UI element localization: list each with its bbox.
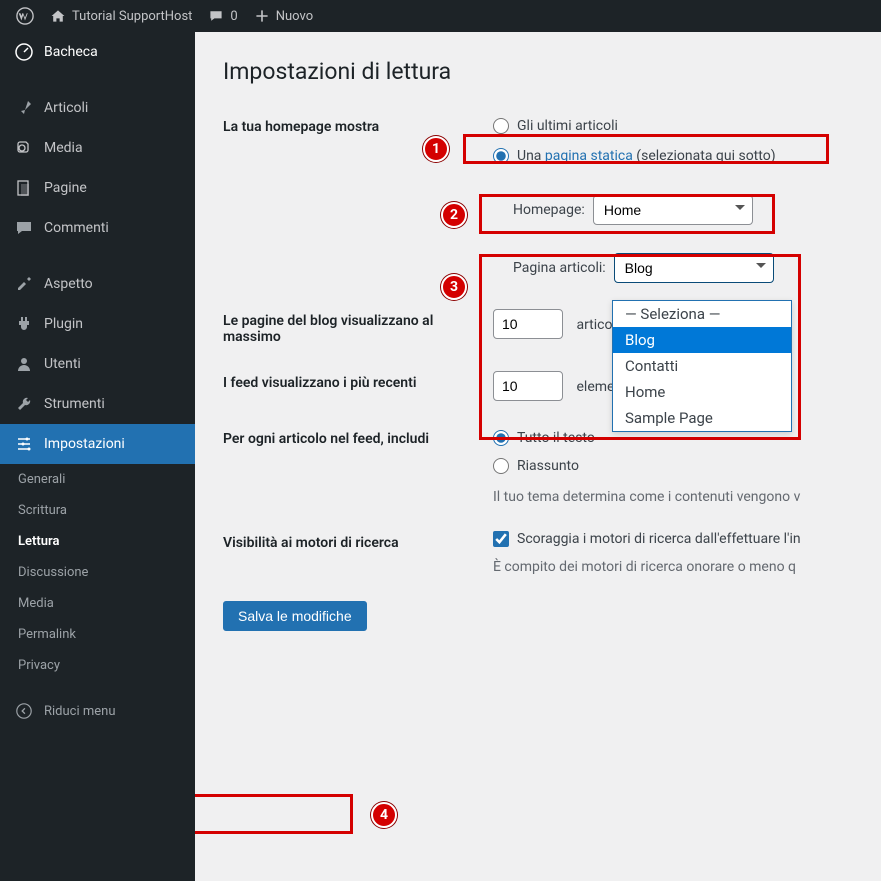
- sidebar-item-label: Media: [44, 140, 83, 156]
- radio-summary-input[interactable]: [493, 458, 509, 474]
- blog-pages-label: Le pagine del blog visualizzano al massi…: [223, 309, 493, 345]
- seo-visibility-label: Visibilità ai motori di ricerca: [223, 531, 493, 551]
- sidebar-item-users[interactable]: Utenti: [0, 344, 195, 384]
- seo-desc: È compito dei motori di ricerca onorare …: [493, 559, 853, 575]
- submenu-item-media[interactable]: Media: [0, 588, 195, 619]
- comment-icon: [14, 218, 34, 238]
- annotation-badge-4: 4: [371, 802, 397, 828]
- sidebar-item-label: Pagine: [44, 180, 87, 196]
- wp-logo[interactable]: [8, 0, 42, 32]
- annotation-box-4: [195, 794, 353, 834]
- sidebar-item-label: Aspetto: [44, 276, 93, 292]
- submenu-item-permalink[interactable]: Permalink: [0, 619, 195, 650]
- radio-latest-posts[interactable]: Gli ultimi articoli: [493, 115, 853, 137]
- home-icon: [50, 8, 66, 24]
- sidebar-item-tools[interactable]: Strumenti: [0, 384, 195, 424]
- dropdown-option[interactable]: Contatti: [613, 353, 791, 379]
- comments-link[interactable]: 0: [200, 0, 245, 32]
- homepage-displays-label: La tua homepage mostra: [223, 115, 493, 135]
- comment-icon: [208, 8, 224, 24]
- static-page-link[interactable]: pagina statica: [545, 148, 633, 164]
- pages-icon: [14, 178, 34, 198]
- submenu-item-general[interactable]: Generali: [0, 464, 195, 495]
- radio-summary-label: Riassunto: [517, 458, 579, 474]
- user-icon: [14, 354, 34, 374]
- sidebar-item-posts[interactable]: Articoli: [0, 88, 195, 128]
- settings-submenu: Generali Scrittura Lettura Discussione M…: [0, 464, 195, 681]
- page-title: Impostazioni di lettura: [223, 58, 853, 85]
- feed-content-label: Per ogni articolo nel feed, includi: [223, 427, 493, 447]
- pin-icon: [14, 98, 34, 118]
- dropdown-option[interactable]: Blog: [613, 327, 791, 353]
- radio-latest-posts-input[interactable]: [493, 118, 509, 134]
- dropdown-option[interactable]: Home: [613, 379, 791, 405]
- brush-icon: [14, 274, 34, 294]
- sidebar-item-label: Plugin: [44, 316, 83, 332]
- sidebar-item-label: Utenti: [44, 356, 81, 372]
- blog-pages-input[interactable]: [493, 309, 563, 339]
- comments-count: 0: [230, 9, 237, 24]
- sidebar-item-label: Strumenti: [44, 396, 105, 412]
- radio-full-text-input[interactable]: [493, 430, 509, 446]
- sidebar-item-appearance[interactable]: Aspetto: [0, 264, 195, 304]
- feed-items-input[interactable]: [493, 371, 563, 401]
- wordpress-icon: [16, 7, 34, 25]
- posts-page-dropdown-open: — Seleziona — Blog Contatti Home Sample …: [612, 300, 792, 432]
- admin-sidebar: Bacheca Articoli Media Pagine Commenti A…: [0, 32, 195, 881]
- sidebar-item-plugins[interactable]: Plugin: [0, 304, 195, 344]
- sidebar-item-media[interactable]: Media: [0, 128, 195, 168]
- sidebar-item-settings[interactable]: Impostazioni: [0, 424, 195, 464]
- admin-bar: Tutorial SupportHost 0 Nuovo: [0, 0, 881, 32]
- homepage-select-label: Homepage:: [513, 202, 585, 218]
- sliders-icon: [14, 434, 34, 454]
- dropdown-option[interactable]: — Seleziona —: [613, 301, 791, 327]
- collapse-menu-label: Riduci menu: [44, 704, 116, 719]
- sidebar-item-comments[interactable]: Commenti: [0, 208, 195, 248]
- submenu-item-writing[interactable]: Scrittura: [0, 495, 195, 526]
- sidebar-item-label: Impostazioni: [44, 436, 125, 452]
- sidebar-item-pages[interactable]: Pagine: [0, 168, 195, 208]
- sidebar-item-dashboard[interactable]: Bacheca: [0, 32, 195, 72]
- sidebar-item-label: Commenti: [44, 220, 109, 236]
- dropdown-option[interactable]: Sample Page: [613, 405, 791, 431]
- feed-content-desc: Il tuo tema determina come i contenuti v…: [493, 489, 853, 505]
- seo-discourage-input[interactable]: [493, 531, 509, 547]
- plus-icon: [254, 8, 270, 24]
- submenu-item-discussion[interactable]: Discussione: [0, 557, 195, 588]
- submenu-item-privacy[interactable]: Privacy: [0, 650, 195, 681]
- homepage-select[interactable]: Home: [593, 195, 753, 225]
- seo-discourage-label: Scoraggia i motori di ricerca dall'effet…: [517, 531, 801, 547]
- posts-page-select-label: Pagina articoli:: [513, 260, 606, 276]
- feed-items-label: I feed visualizzano i più recenti: [223, 371, 493, 391]
- sidebar-item-label: Articoli: [44, 100, 88, 116]
- posts-page-select[interactable]: Blog: [614, 253, 774, 283]
- wrench-icon: [14, 394, 34, 414]
- sidebar-item-label: Bacheca: [44, 44, 98, 60]
- main-content: Impostazioni di lettura La tua homepage …: [195, 32, 881, 881]
- site-name-link[interactable]: Tutorial SupportHost: [42, 0, 200, 32]
- media-icon: [14, 138, 34, 158]
- site-name-label: Tutorial SupportHost: [72, 9, 192, 24]
- save-button[interactable]: Salva le modifiche: [223, 601, 367, 631]
- radio-static-page[interactable]: Una pagina statica (selezionata qui sott…: [493, 145, 853, 167]
- radio-static-label: Una pagina statica (selezionata qui sott…: [517, 148, 776, 164]
- radio-latest-label: Gli ultimi articoli: [517, 118, 618, 134]
- collapse-menu-button[interactable]: Riduci menu: [0, 689, 195, 733]
- radio-full-text-label: Tutto il testo: [517, 430, 595, 446]
- submenu-item-reading[interactable]: Lettura: [0, 526, 195, 557]
- dashboard-icon: [14, 42, 34, 62]
- new-content-link[interactable]: Nuovo: [246, 0, 321, 32]
- chevron-left-circle-icon: [14, 701, 34, 721]
- radio-summary[interactable]: Riassunto: [493, 455, 853, 477]
- seo-discourage-checkbox[interactable]: Scoraggia i motori di ricerca dall'effet…: [493, 531, 853, 547]
- radio-static-page-input[interactable]: [493, 148, 509, 164]
- plugin-icon: [14, 314, 34, 334]
- new-label: Nuovo: [276, 9, 313, 24]
